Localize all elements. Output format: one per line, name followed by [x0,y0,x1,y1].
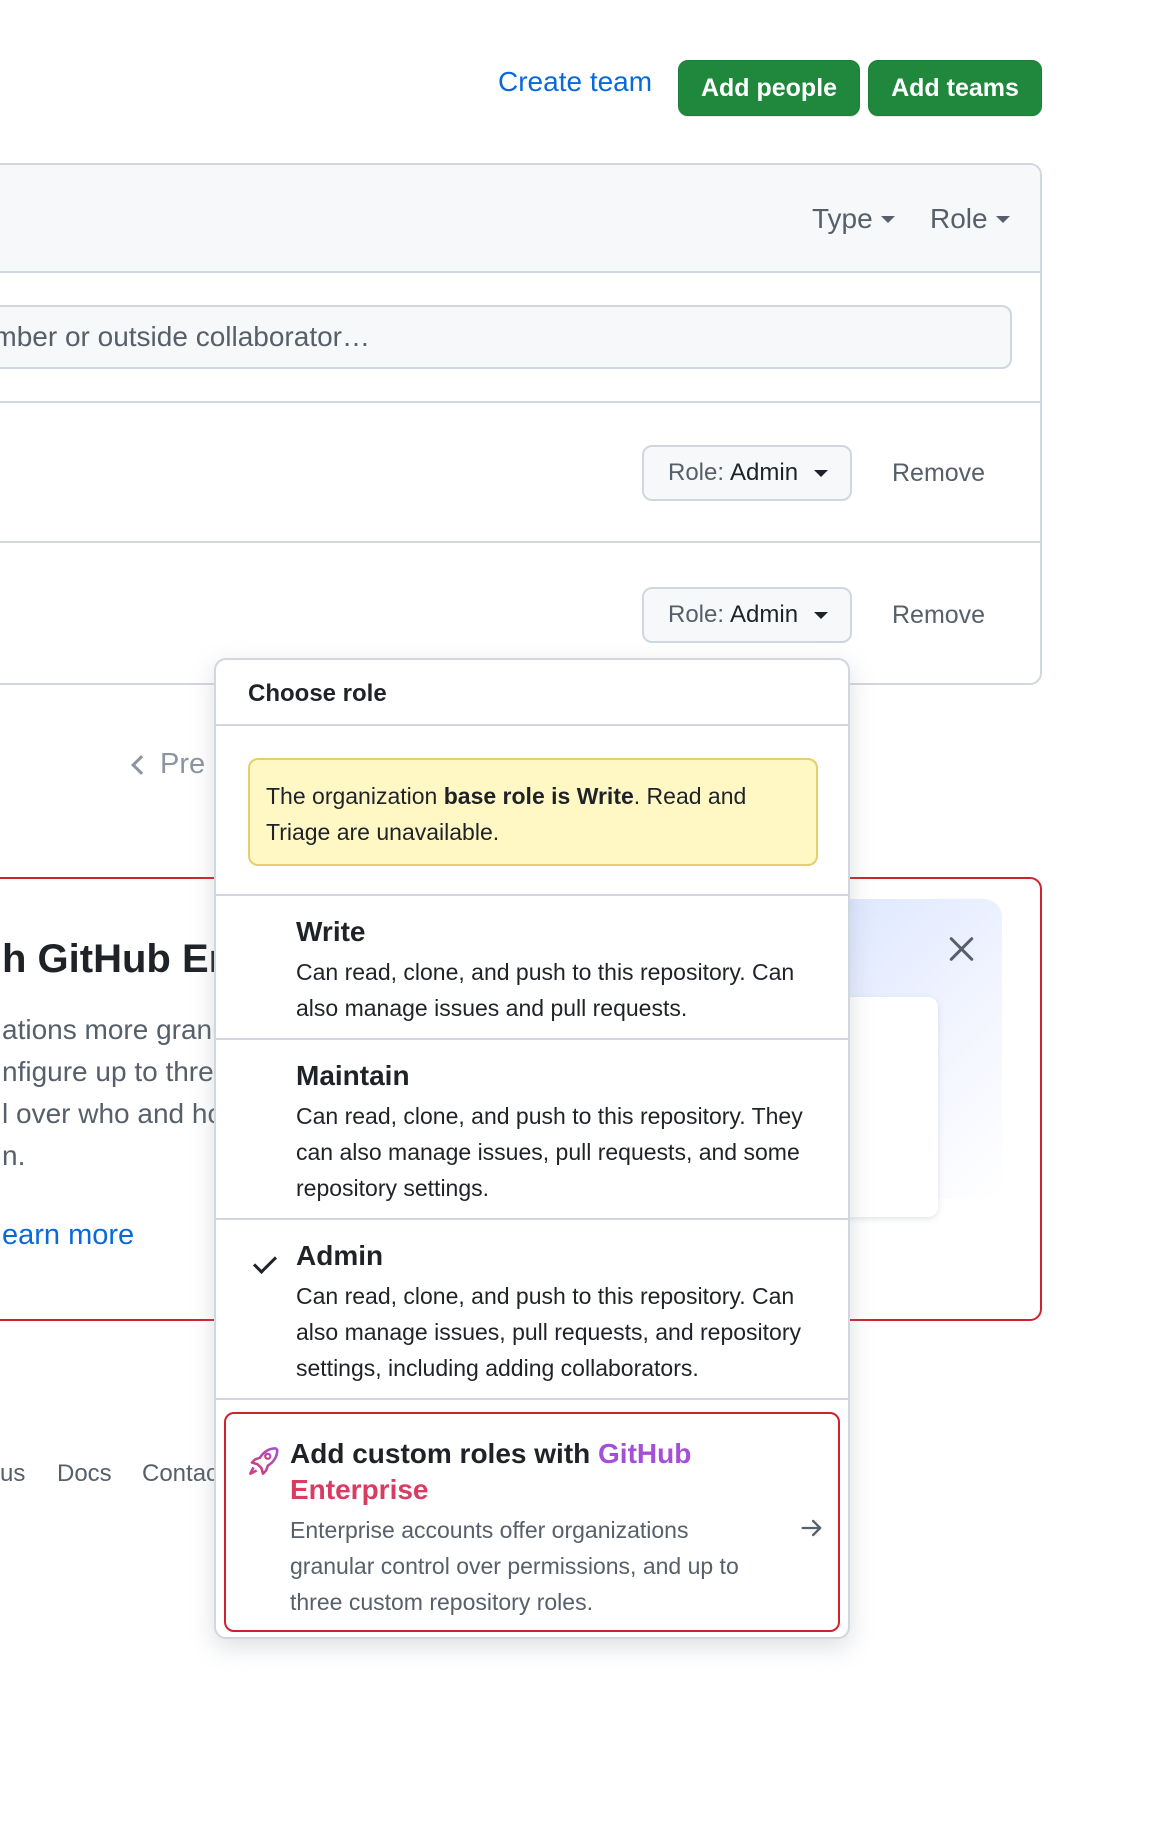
upsell-title-text: Add custom roles with [290,1438,599,1469]
rocket-icon [249,1447,279,1475]
list-header: Type Role [0,165,1040,273]
base-role-notice: The organization base role is Write. Rea… [248,758,818,866]
notice-bold-text: base role is Write [443,783,634,809]
role-option-description: Can read, clone, and push to this reposi… [296,1103,803,1201]
role-filter-label: Role [930,203,988,234]
close-icon[interactable] [948,935,976,963]
role-prefix: Role: [668,459,725,486]
type-filter[interactable]: Type [812,203,895,235]
role-option-maintain[interactable]: Maintain Can read, clone, and push to th… [216,1040,848,1220]
search-input[interactable]: mber or outside collaborator… [0,305,1012,369]
upsell-title-enterprise: Enterprise [290,1474,429,1505]
pagination-previous-label: Pre [160,748,206,780]
footer-link-contact[interactable]: Contac [142,1460,218,1488]
type-filter-label: Type [812,203,873,234]
promo-title: h GitHub En [2,937,234,981]
arrow-right-icon [801,1519,822,1537]
members-list: Type Role mber or outside collaborator… … [0,163,1042,685]
caret-down-icon [995,215,1010,223]
dropdown-title: Choose role [248,680,387,707]
upsell-description: Enterprise accounts offer organizations … [290,1517,739,1615]
role-option-description: Can read, clone, and push to this reposi… [296,1283,802,1381]
notice-text: The organization [266,783,444,809]
remove-button[interactable]: Remove [892,459,985,488]
role-value: Admin [730,601,799,628]
add-teams-button[interactable]: Add teams [868,60,1042,116]
footer-link-docs[interactable]: Docs [57,1460,112,1488]
check-icon [252,1249,278,1275]
role-option-name: Maintain [296,1060,410,1091]
role-option-description: Can read, clone, and push to this reposi… [296,959,795,1021]
role-value: Admin [730,459,799,486]
chevron-left-icon [131,754,151,775]
upsell-title-github: GitHub [598,1438,692,1469]
member-row: Role: Admin Remove [0,403,1040,543]
pagination-previous[interactable]: Pre [131,748,206,781]
add-people-button[interactable]: Add people [678,60,860,116]
role-option-write[interactable]: Write Can read, clone, and push to this … [216,896,848,1040]
caret-down-icon [880,215,895,223]
custom-roles-upsell[interactable]: Add custom roles with GitHub Enterprise E… [224,1412,840,1632]
role-prefix: Role: [668,601,725,628]
choose-role-dropdown: Choose role The organization base role i… [214,658,850,1639]
role-option-admin[interactable]: Admin Can read, clone, and push to this … [216,1220,848,1400]
caret-down-icon [814,469,829,477]
footer-link-status[interactable]: us [0,1460,25,1488]
create-team-link[interactable]: Create team [498,66,652,98]
learn-more-link[interactable]: earn more [2,1219,134,1252]
role-option-name: Write [296,916,366,947]
search-placeholder: mber or outside collaborator… [0,321,370,352]
dropdown-header: Choose role [216,660,848,726]
remove-button[interactable]: Remove [892,601,985,630]
search-row: mber or outside collaborator… [0,273,1040,403]
caret-down-icon [814,611,829,619]
role-select-button[interactable]: Role: Admin [642,445,852,501]
role-select-button[interactable]: Role: Admin [642,587,852,643]
upsell-title: Add custom roles with GitHub Enterprise [290,1436,750,1508]
notice-section: The organization base role is Write. Rea… [216,726,848,896]
role-filter[interactable]: Role [930,203,1010,235]
role-option-name: Admin [296,1240,384,1271]
